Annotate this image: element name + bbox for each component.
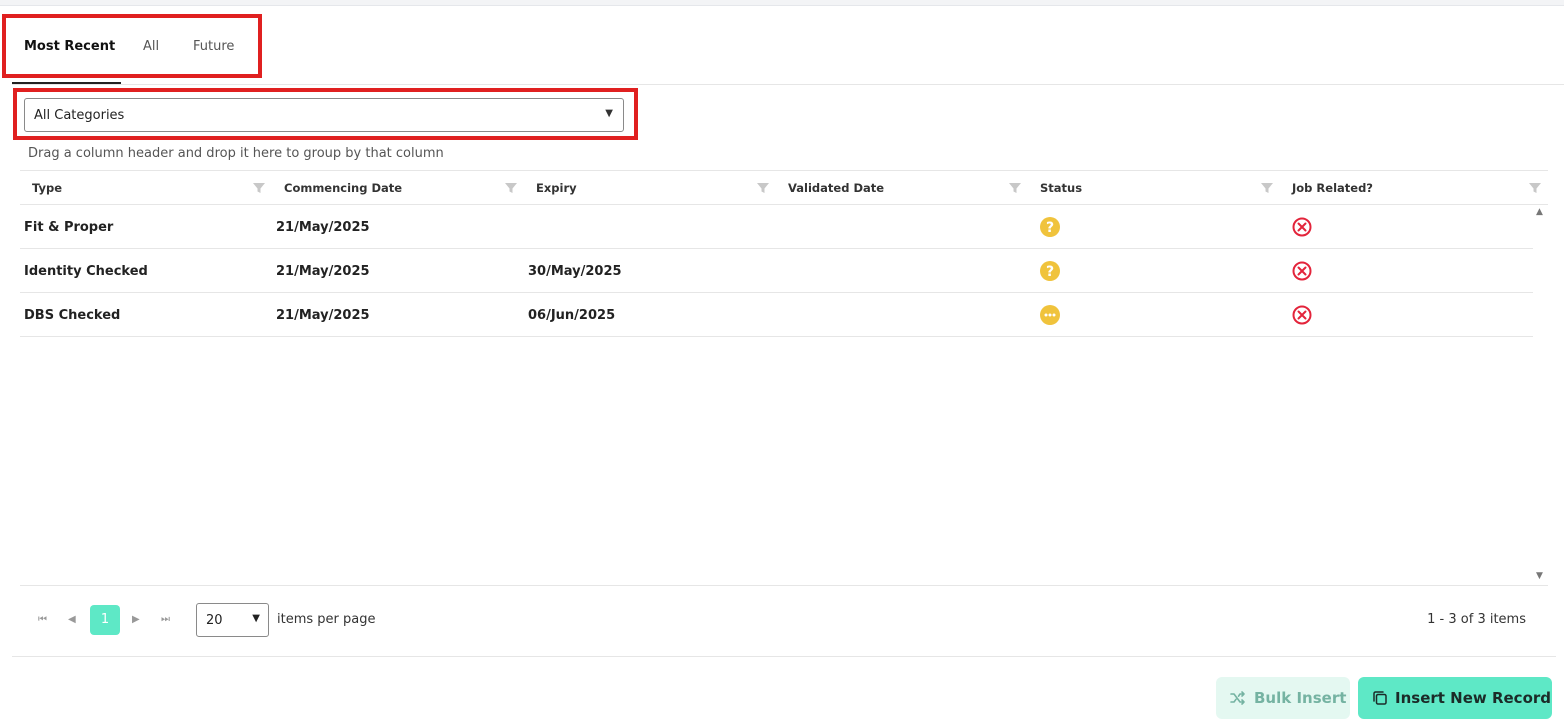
items-per-page-label: items per page — [277, 612, 376, 627]
group-drop-zone[interactable]: Drag a column header and drop it here to… — [28, 146, 444, 161]
column-header-validated-date[interactable]: Validated Date — [776, 171, 1028, 205]
table-row[interactable]: DBS Checked 21/May/2025 06/Jun/2025 — [20, 293, 1533, 337]
cell-expiry: 30/May/2025 — [528, 264, 622, 279]
column-header-label: Commencing Date — [284, 181, 403, 195]
bulk-insert-button[interactable]: Bulk Insert — [1216, 677, 1350, 719]
shuffle-icon — [1230, 691, 1245, 705]
filter-icon[interactable] — [1528, 181, 1542, 195]
column-header-label: Job Related? — [1292, 181, 1373, 195]
bulk-insert-label: Bulk Insert — [1254, 689, 1347, 707]
chevron-down-icon: ▼ — [605, 108, 613, 119]
cell-expiry: 06/Jun/2025 — [528, 308, 616, 323]
pager-info: 1 - 3 of 3 items — [1427, 612, 1526, 627]
column-header-label: Status — [1040, 181, 1083, 195]
insert-new-record-button[interactable]: Insert New Record — [1358, 677, 1552, 719]
question-icon: ? — [1040, 217, 1060, 237]
tab-all[interactable]: All — [143, 39, 159, 54]
column-header-job-related[interactable]: Job Related? — [1280, 171, 1548, 205]
cell-job-related — [1280, 205, 1533, 249]
question-icon: ? — [1040, 261, 1060, 281]
grid-header: Type Commencing Date Expiry Validated Da… — [20, 170, 1548, 205]
tab-most-recent[interactable]: Most Recent — [24, 39, 115, 54]
chevron-down-icon: ▼ — [252, 613, 260, 624]
cell-status: ? — [1028, 249, 1280, 293]
copy-icon — [1373, 691, 1387, 705]
divider — [12, 656, 1556, 657]
cell-status: ? — [1028, 205, 1280, 249]
column-header-label: Type — [32, 181, 63, 195]
svg-text:?: ? — [1046, 220, 1054, 236]
cell-validated-date — [776, 205, 1028, 249]
cell-validated-date — [776, 249, 1028, 293]
pager: ⏮ ◀ 1 ▶ ⏭ 20 ▼ items per page 1 - 3 of 3… — [20, 585, 1548, 656]
scroll-up-arrow-icon[interactable]: ▲ — [1536, 207, 1543, 217]
category-dropdown-value: All Categories — [34, 108, 125, 123]
column-header-label: Expiry — [536, 181, 577, 195]
cell-expiry — [524, 205, 776, 249]
column-header-expiry[interactable]: Expiry — [524, 171, 776, 205]
page-size-dropdown[interactable]: 20 ▼ — [196, 603, 269, 637]
pending-dots-icon — [1040, 305, 1060, 325]
records-panel: Most Recent All Future All Categories ▼ … — [0, 5, 1564, 723]
page-number-button[interactable]: 1 — [90, 605, 120, 635]
cell-commencing-date: 21/May/2025 — [276, 308, 370, 323]
page-size-value: 20 — [206, 613, 223, 628]
svg-text:?: ? — [1046, 264, 1054, 280]
cross-circle-icon — [1292, 261, 1312, 281]
cross-circle-icon — [1292, 217, 1312, 237]
scroll-down-arrow-icon[interactable]: ▼ — [1536, 571, 1543, 581]
column-header-label: Validated Date — [788, 181, 885, 195]
vertical-scrollbar[interactable]: ▲ ▼ — [1533, 205, 1548, 585]
column-header-commencing-date[interactable]: Commencing Date — [272, 171, 524, 205]
filter-icon[interactable] — [1260, 181, 1274, 195]
active-tab-indicator — [12, 82, 121, 84]
first-page-icon[interactable]: ⏮ — [38, 614, 47, 625]
cell-job-related — [1280, 293, 1533, 337]
category-dropdown[interactable]: All Categories ▼ — [24, 98, 624, 132]
next-page-icon[interactable]: ▶ — [132, 614, 140, 625]
cell-job-related — [1280, 249, 1533, 293]
cross-circle-icon — [1292, 305, 1312, 325]
tab-strip: Most Recent All Future — [12, 6, 1564, 85]
cell-type: Fit & Proper — [24, 220, 114, 235]
cell-type: Identity Checked — [24, 264, 148, 279]
cell-validated-date — [776, 293, 1028, 337]
cell-commencing-date: 21/May/2025 — [276, 264, 370, 279]
grid-body: Fit & Proper 21/May/2025 ? Identity Chec… — [20, 205, 1533, 585]
table-row[interactable]: Identity Checked 21/May/2025 30/May/2025… — [20, 249, 1533, 293]
insert-new-record-label: Insert New Record — [1395, 689, 1552, 707]
cell-commencing-date: 21/May/2025 — [276, 220, 370, 235]
column-header-type[interactable]: Type — [20, 171, 272, 205]
column-header-status[interactable]: Status — [1028, 171, 1280, 205]
last-page-icon[interactable]: ⏭ — [161, 614, 170, 625]
filter-icon[interactable] — [252, 181, 266, 195]
table-row[interactable]: Fit & Proper 21/May/2025 ? — [20, 205, 1533, 249]
filter-icon[interactable] — [1008, 181, 1022, 195]
filter-icon[interactable] — [756, 181, 770, 195]
prev-page-icon[interactable]: ◀ — [68, 614, 76, 625]
filter-icon[interactable] — [504, 181, 518, 195]
tab-future[interactable]: Future — [193, 39, 234, 54]
cell-type: DBS Checked — [24, 308, 121, 323]
cell-status — [1028, 293, 1280, 337]
